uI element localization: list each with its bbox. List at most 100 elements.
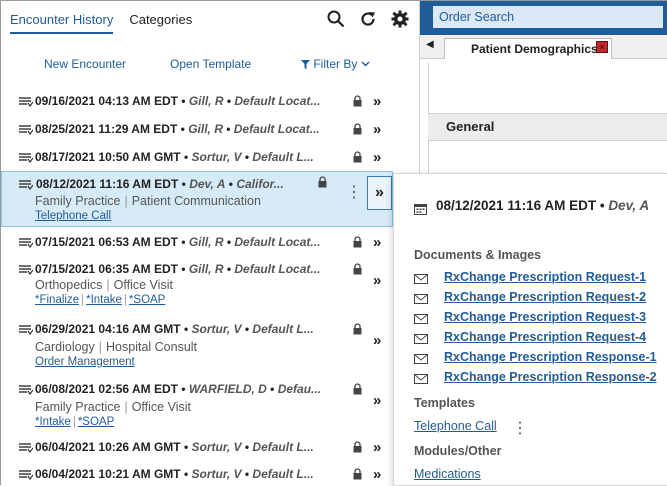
document-item[interactable]: RxChange Prescription Request-4 (414, 330, 646, 344)
refresh-icon[interactable] (359, 10, 377, 28)
document-link[interactable]: RxChange Prescription Response-1 (444, 350, 657, 364)
more-vertical-icon[interactable]: ⋮ (346, 182, 362, 202)
new-encounter-button[interactable]: New Encounter (44, 57, 126, 71)
encounter-date: 08/17/2021 10:50 AM GMT (35, 150, 181, 164)
envelope-icon (414, 313, 428, 324)
general-section-header[interactable]: General (428, 113, 667, 141)
template-link[interactable]: Telephone Call (414, 419, 497, 433)
encounter-row[interactable]: 07/15/2021 06:53 AM EDT • Gill, R • Defa… (1, 228, 393, 255)
encounter-date: 08/12/2021 11:16 AM EDT (36, 177, 179, 191)
envelope-icon (414, 273, 428, 284)
chevron-right-icon[interactable]: » (373, 332, 381, 349)
tab-encounter-history[interactable]: Encounter History (10, 12, 114, 34)
specialty-label: Family Practice (35, 400, 121, 414)
encounter-location: Defau... (277, 382, 322, 396)
encounter-row[interactable]: 06/04/2021 10:21 AM GMT • Sortur, V • De… (1, 460, 393, 486)
chevron-right-icon[interactable]: » (373, 93, 381, 110)
medications-link[interactable]: Medications (414, 467, 481, 481)
chevron-right-icon[interactable]: » (373, 392, 381, 409)
encounter-row[interactable]: 07/15/2021 06:35 AM EDT • Gill, R • Defa… (1, 255, 393, 311)
chevron-right-icon[interactable]: » (373, 149, 381, 166)
filter-by-button[interactable]: Filter By (301, 57, 370, 71)
envelope-icon (414, 293, 428, 304)
calendar-icon (414, 202, 427, 215)
document-link[interactable]: RxChange Prescription Response-2 (444, 370, 657, 384)
search-icon[interactable] (327, 10, 345, 28)
popover-title: 08/12/2021 11:16 AM EDT • Dev, A (436, 198, 650, 213)
envelope-icon (414, 333, 428, 344)
encounter-location: Default Locat... (234, 262, 321, 276)
encounter-date: 08/25/2021 11:29 AM EDT (35, 122, 178, 136)
document-item[interactable]: RxChange Prescription Request-3 (414, 310, 646, 324)
encounter-provider: Dev, A (189, 177, 226, 191)
chevron-right-icon[interactable]: » (367, 176, 392, 210)
template-link[interactable]: Telephone Call (35, 210, 111, 222)
template-link[interactable]: Order Management (35, 356, 135, 368)
chevron-right-icon[interactable]: » (373, 121, 381, 138)
lock-icon (353, 382, 362, 395)
more-vertical-icon[interactable]: ⋮ (512, 418, 528, 438)
encounter-row[interactable]: 06/04/2021 10:26 AM GMT • Sortur, V • De… (1, 433, 393, 460)
encounter-location: Default L... (252, 150, 314, 164)
tab-categories[interactable]: Categories (129, 12, 192, 34)
encounter-provider: WARFIELD, D (188, 382, 267, 396)
encounter-row[interactable]: 08/25/2021 11:29 AM EDT • Gill, R • Defa… (1, 115, 393, 143)
document-link[interactable]: RxChange Prescription Request-3 (444, 310, 646, 324)
encounter-location: Default Locat... (234, 235, 321, 249)
lock-icon (353, 235, 362, 248)
encounter-location: Default L... (252, 467, 314, 481)
chevron-right-icon[interactable]: » (373, 466, 381, 483)
tab-patient-demographics[interactable]: Patient Demographics (444, 38, 612, 59)
encounter-row[interactable]: 06/08/2021 02:56 AM EDT • WARFIELD, D • … (1, 375, 393, 433)
document-link[interactable]: RxChange Prescription Request-4 (444, 330, 646, 344)
encounter-templates: *Intake | *SOAP (35, 416, 115, 428)
document-item[interactable]: RxChange Prescription Request-2 (414, 290, 646, 304)
envelope-icon (414, 373, 428, 384)
lock-icon (353, 322, 362, 335)
template-link[interactable]: *Intake (86, 294, 122, 306)
close-tab-icon[interactable]: × (596, 41, 608, 53)
gear-icon[interactable] (391, 10, 409, 28)
document-link[interactable]: RxChange Prescription Request-2 (444, 290, 646, 304)
document-link[interactable]: RxChange Prescription Request-1 (444, 270, 646, 284)
visit-type-label: Patient Communication (131, 194, 261, 208)
template-link[interactable]: *Intake (35, 416, 71, 428)
encounter-date: 06/29/2021 04:16 AM GMT (35, 322, 181, 336)
lock-icon (353, 262, 362, 275)
chevron-right-icon[interactable]: » (373, 272, 381, 289)
scroll-left-icon[interactable]: ◀ (426, 39, 434, 50)
order-search-bar: Order Search (420, 1, 667, 35)
open-template-button[interactable]: Open Template (170, 57, 251, 71)
lock-icon (318, 175, 327, 188)
template-link[interactable]: *Finalize (35, 294, 79, 306)
encounter-provider: Gill, R (188, 94, 224, 108)
encounter-row-selected[interactable]: 08/12/2021 11:16 AM EDT • Dev, A • Calif… (1, 171, 393, 227)
encounter-provider: Gill, R (188, 262, 224, 276)
encounter-summary: 07/15/2021 06:53 AM EDT • Gill, R • Defa… (35, 235, 321, 249)
lock-icon (353, 122, 362, 135)
encounter-summary: 06/29/2021 04:16 AM GMT • Sortur, V • De… (35, 322, 314, 336)
encounter-date: 07/15/2021 06:35 AM EDT (35, 262, 178, 276)
chevron-right-icon[interactable]: » (373, 439, 381, 456)
modules-heading: Modules/Other (414, 444, 502, 458)
encounter-row[interactable]: 08/17/2021 10:50 AM GMT • Sortur, V • De… (1, 143, 393, 171)
encounter-row[interactable]: 06/29/2021 04:16 AM GMT • Sortur, V • De… (1, 315, 393, 371)
encounter-summary: 09/16/2021 04:13 AM EDT • Gill, R • Defa… (35, 94, 321, 108)
encounter-row[interactable]: 09/16/2021 04:13 AM EDT • Gill, R • Defa… (1, 87, 393, 115)
encounter-templates: Order Management (35, 356, 135, 368)
encounter-summary: 06/04/2021 10:26 AM GMT • Sortur, V • De… (35, 440, 314, 454)
lock-icon (353, 150, 362, 163)
encounter-provider: Sortur, V (191, 150, 242, 164)
template-link[interactable]: *SOAP (78, 416, 114, 428)
document-item[interactable]: RxChange Prescription Response-1 (414, 350, 657, 364)
order-search-input[interactable]: Order Search (433, 6, 663, 28)
document-item[interactable]: RxChange Prescription Request-1 (414, 270, 646, 284)
encounter-date: 09/16/2021 04:13 AM EDT (35, 94, 178, 108)
template-link[interactable]: *SOAP (129, 294, 165, 306)
specialty-label: Cardiology (35, 340, 95, 354)
encounter-specialty: Cardiology | Hospital Consult (35, 340, 198, 354)
chevron-down-icon (361, 57, 370, 71)
visit-type-label: Hospital Consult (106, 340, 198, 354)
document-item[interactable]: RxChange Prescription Response-2 (414, 370, 657, 384)
chevron-right-icon[interactable]: » (373, 234, 381, 251)
